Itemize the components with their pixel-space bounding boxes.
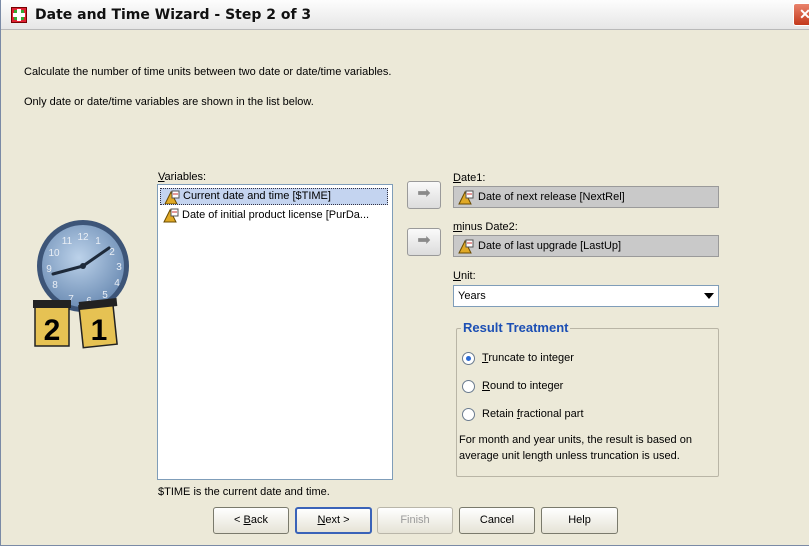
clock-number: 3 [116,262,122,273]
clock-number: 8 [52,280,58,291]
variables-listbox[interactable]: Current date and time [$TIME] Date of in… [157,184,393,480]
close-button[interactable]: ✕ [793,3,809,26]
clock-number: 12 [77,232,89,243]
radio-selected-dot [466,356,471,361]
clock-number: 10 [48,248,60,259]
list-item[interactable]: Current date and time [$TIME] [160,188,388,205]
wizard-window: Date and Time Wizard - Step 2 of 3 ✕ Cal… [0,0,809,546]
date1-value: Date of next release [NextRel] [478,191,625,203]
date-variable-icon [164,190,180,204]
arrow-right-icon: ➡ [417,185,431,202]
truncate-label[interactable]: Truncate to integer [482,352,574,364]
cancel-button[interactable]: Cancel [459,507,535,534]
truncate-radio[interactable] [462,352,475,365]
result-treatment-title: Result Treatment [461,320,571,335]
list-item[interactable]: Date of initial product license [PurDa..… [160,207,388,224]
round-label[interactable]: Round to integer [482,380,563,392]
clock-number: 1 [95,236,101,247]
date2-field[interactable]: Date of last upgrade [LastUp] [453,235,719,257]
description-line-1: Calculate the number of time units betwe… [24,66,392,78]
chevron-down-icon [704,293,714,299]
unit-select[interactable]: Years [453,285,719,307]
finish-button[interactable]: Finish [377,507,453,534]
window-title: Date and Time Wizard - Step 2 of 3 [35,7,312,23]
svg-text:2: 2 [44,314,61,347]
date-variable-icon [458,190,474,205]
move-to-date1-button[interactable]: ➡ [407,181,441,209]
app-icon [11,7,27,23]
clock-number: 4 [114,278,120,289]
variables-label: Variables: [158,171,207,183]
clock-number: 11 [62,236,73,247]
svg-text:1: 1 [91,314,108,347]
help-button[interactable]: Help [541,507,618,534]
fractional-label[interactable]: Retain fractional part [482,408,584,420]
list-item-label: Current date and time [$TIME] [183,190,331,202]
calendar-card-1: 1 [78,298,118,349]
description-line-2: Only date or date/time variables are sho… [24,96,314,108]
date1-label: Date1: [453,172,486,184]
arrow-right-icon: ➡ [417,232,431,249]
fractional-radio[interactable] [462,408,475,421]
clock-illustration: 12 1 2 3 4 5 6 7 8 9 10 11 2 1 [33,220,129,349]
result-treatment-note: For month and year units, the result is … [459,434,692,462]
variables-footnote: $TIME is the current date and time. [158,486,330,498]
clock-number: 9 [46,264,52,275]
date-variable-icon [458,239,474,254]
back-button[interactable]: < Back [213,507,289,534]
round-radio[interactable] [462,380,475,393]
close-icon: ✕ [799,6,809,22]
list-item-label: Date of initial product license [PurDa..… [182,209,370,221]
title-bar: Date and Time Wizard - Step 2 of 3 ✕ [1,0,809,30]
next-button[interactable]: Next > [295,507,372,534]
date2-label: minus Date2: [453,221,518,233]
move-to-date2-button[interactable]: ➡ [407,228,441,256]
date2-value: Date of last upgrade [LastUp] [478,240,622,252]
date1-field[interactable]: Date of next release [NextRel] [453,186,719,208]
date-variable-icon [163,208,179,223]
calendar-card-2: 2 [33,300,71,347]
unit-label: Unit: [453,270,476,282]
unit-value: Years [458,290,486,302]
